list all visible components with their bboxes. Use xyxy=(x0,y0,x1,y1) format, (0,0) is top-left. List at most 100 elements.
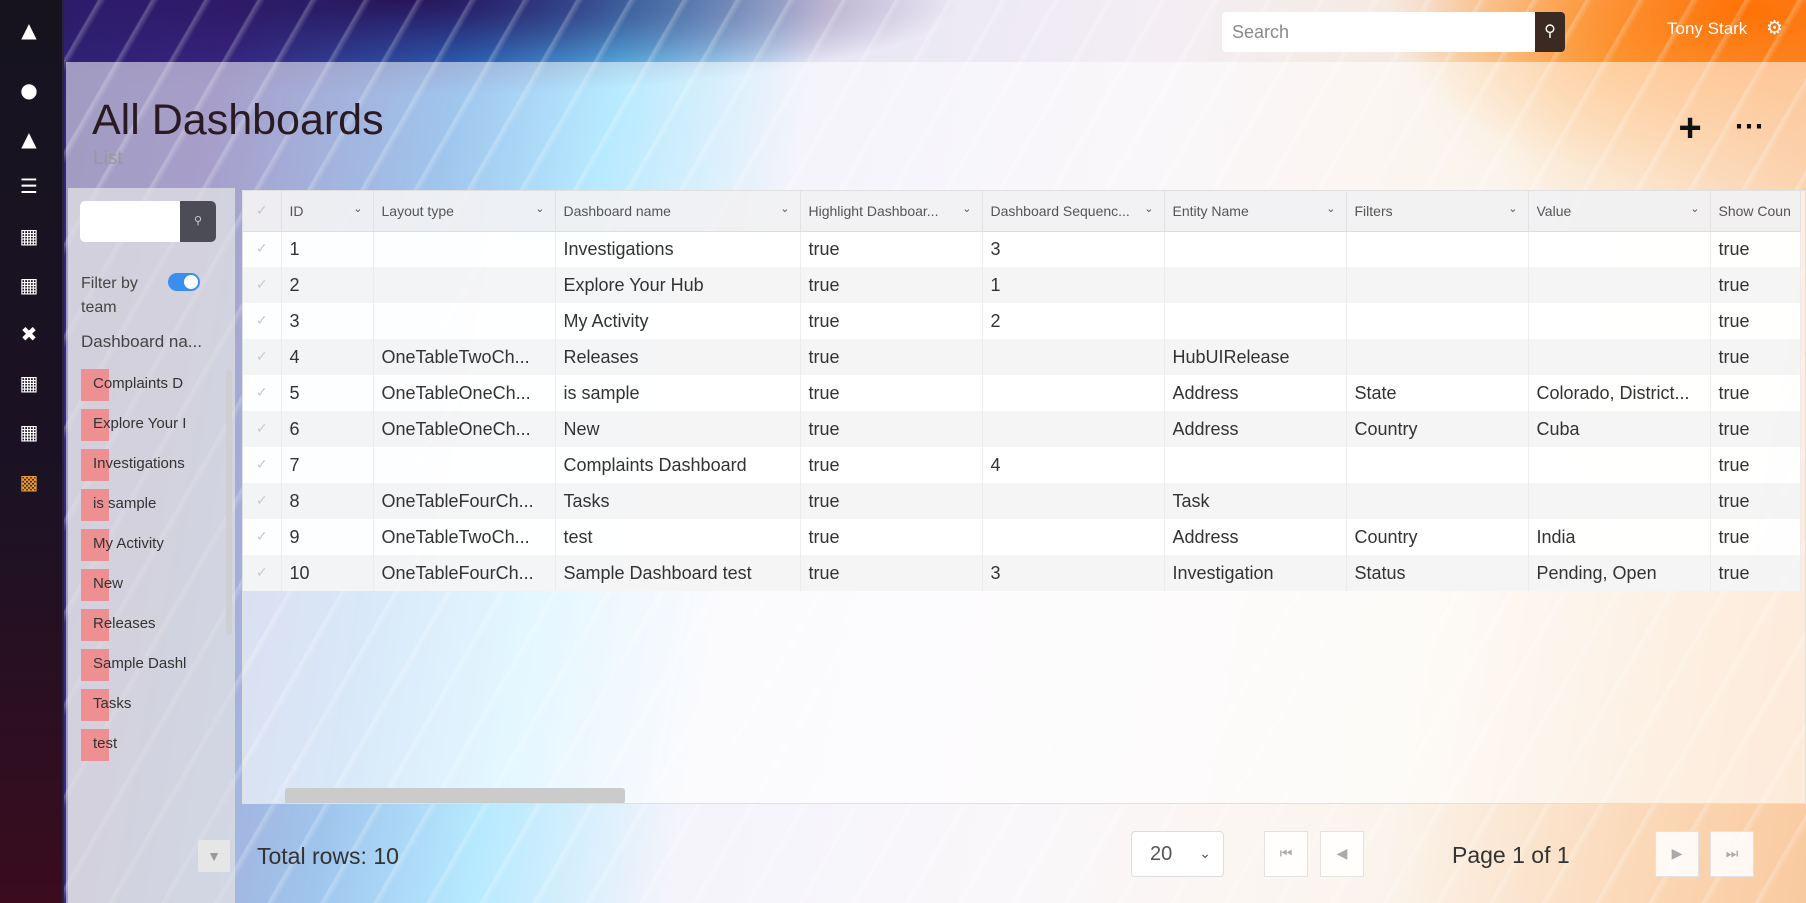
close-icon[interactable]: ✖ xyxy=(16,321,42,347)
grid-horizontal-scrollbar[interactable] xyxy=(285,788,625,803)
search-icon[interactable]: ⚲ xyxy=(1535,12,1565,52)
chevron-down-icon[interactable]: ⌄ xyxy=(780,202,789,215)
chevron-down-icon[interactable]: ⌄ xyxy=(1326,202,1335,215)
chevron-down-icon[interactable]: ⌄ xyxy=(962,202,971,215)
table-cell: Explore Your Hub xyxy=(555,267,801,303)
filter-by-team-toggle[interactable] xyxy=(168,273,200,291)
prev-page-button[interactable]: ◀ xyxy=(1320,831,1364,877)
list-icon[interactable]: ☰ xyxy=(16,173,42,199)
row-checkbox[interactable]: ✓ xyxy=(243,339,282,375)
table-icon-3[interactable]: ▦ xyxy=(16,419,42,445)
table-cell xyxy=(1346,483,1529,519)
filter-list-item[interactable]: Releases xyxy=(81,607,203,647)
chevron-down-icon[interactable]: ⌄ xyxy=(1508,202,1517,215)
column-header[interactable]: Value ⌄ xyxy=(1528,191,1711,232)
table-cell: true xyxy=(1710,303,1801,339)
table-row[interactable]: ✓ 1 Investigations true 3 true xyxy=(243,231,1801,267)
table-row[interactable]: ✓ 2 Explore Your Hub true 1 true xyxy=(243,267,1801,303)
column-header[interactable]: Filters ⌄ xyxy=(1346,191,1529,232)
filter-list-item[interactable]: Sample Dashl xyxy=(81,647,203,687)
filter-list-item[interactable]: Investigations xyxy=(81,447,203,487)
page-size-value: 20 xyxy=(1150,843,1173,865)
row-checkbox[interactable]: ✓ xyxy=(243,303,282,339)
column-header[interactable]: Show Coun xyxy=(1710,191,1801,232)
row-checkbox[interactable]: ✓ xyxy=(243,519,282,555)
table-cell: Task xyxy=(1164,483,1347,519)
filter-item-label: is sample xyxy=(93,495,157,512)
row-checkbox[interactable]: ✓ xyxy=(243,267,282,303)
table-row[interactable]: ✓ 10 OneTableFourCh... Sample Dashboard tes… xyxy=(243,555,1801,591)
row-checkbox[interactable]: ✓ xyxy=(243,411,282,447)
filter-list-scrollbar[interactable] xyxy=(226,370,232,635)
table-cell xyxy=(1528,231,1711,267)
table-row[interactable]: ✓ 3 My Activity true 2 true xyxy=(243,303,1801,339)
column-header[interactable]: Dashboard name ⌄ xyxy=(555,191,801,232)
table-cell: Tasks xyxy=(555,483,801,519)
search-input[interactable] xyxy=(1222,12,1535,52)
last-page-button[interactable]: ⏭ xyxy=(1710,831,1754,877)
table-cell: true xyxy=(800,447,983,483)
filter-item-label: Investigations xyxy=(93,455,185,472)
filter-list-item[interactable]: Complaints D xyxy=(81,367,203,407)
table-row[interactable]: ✓ 4 OneTableTwoCh... Releases true HubUIRelea… xyxy=(243,339,1801,375)
table-cell xyxy=(982,411,1165,447)
user-name[interactable]: Tony Stark xyxy=(1667,19,1747,39)
row-checkbox[interactable]: ✓ xyxy=(243,375,282,411)
table-cell: true xyxy=(1710,519,1801,555)
row-checkbox[interactable]: ✓ xyxy=(243,555,282,591)
table-cell: true xyxy=(1710,267,1801,303)
search-icon-small[interactable]: ⚲ xyxy=(180,201,216,242)
chevron-down-icon[interactable]: ⌄ xyxy=(1144,202,1153,215)
filter-list-item[interactable]: Tasks xyxy=(81,687,203,727)
column-header[interactable]: ID ⌄ xyxy=(281,191,374,232)
filter-list-item[interactable]: New xyxy=(81,567,203,607)
first-page-button[interactable]: ⏮ xyxy=(1264,831,1308,877)
funnel-icon[interactable]: ▼ xyxy=(198,840,230,872)
filter-list-item[interactable]: My Activity xyxy=(81,527,203,567)
column-header-label: Dashboard name xyxy=(563,203,671,220)
table-icon-2[interactable]: ▦ xyxy=(16,370,42,396)
table-cell: Investigation xyxy=(1164,555,1347,591)
table-icon[interactable]: ▦ xyxy=(16,223,42,249)
column-header[interactable]: Entity Name ⌄ xyxy=(1164,191,1347,232)
table-row[interactable]: ✓ 7 Complaints Dashboard true 4 true xyxy=(243,447,1801,483)
chevron-down-icon[interactable]: ⌄ xyxy=(353,202,362,215)
chevron-down-icon[interactable]: ⌄ xyxy=(535,202,544,215)
filter-list-item[interactable]: test xyxy=(81,727,203,767)
filter-list-item[interactable]: Explore Your I xyxy=(81,407,203,447)
page-size-select[interactable]: 20 ⌄ xyxy=(1131,831,1224,877)
add-dashboard-button[interactable]: + xyxy=(1672,108,1708,148)
table-cell: 7 xyxy=(281,447,374,483)
column-header-label: Filters xyxy=(1354,203,1393,220)
column-header[interactable]: Highlight Dashboar... ⌄ xyxy=(800,191,983,232)
table-cell: true xyxy=(800,411,983,447)
filter-search-input[interactable] xyxy=(80,201,180,242)
select-all-checkbox[interactable]: ✓ xyxy=(243,191,282,232)
row-checkbox[interactable]: ✓ xyxy=(243,231,282,267)
page-title: All Dashboards xyxy=(92,96,384,144)
dashboards-table: ✓ ID ⌄ Layout type ⌄ Dashboard name ⌄ Highlight… xyxy=(243,191,1801,591)
table-row[interactable]: ✓ 6 OneTableOneCh... New true Address Country C… xyxy=(243,411,1801,447)
next-page-button[interactable]: ▶ xyxy=(1655,831,1699,877)
row-checkbox[interactable]: ✓ xyxy=(243,483,282,519)
table-row[interactable]: ✓ 5 OneTableOneCh... is sample true Address St… xyxy=(243,375,1801,411)
filter-list-item[interactable]: is sample xyxy=(81,487,203,527)
hierarchy-icon[interactable]: ▲ xyxy=(16,126,42,152)
chevron-down-icon[interactable]: ⌄ xyxy=(1690,202,1699,215)
column-header[interactable]: Layout type ⌄ xyxy=(373,191,556,232)
row-checkbox[interactable]: ✓ xyxy=(243,447,282,483)
table-cell: true xyxy=(800,375,983,411)
home-icon[interactable]: ▲ xyxy=(16,17,42,43)
table-cell xyxy=(1528,339,1711,375)
table-row[interactable]: ✓ 8 OneTableFourCh... Tasks true Task true xyxy=(243,483,1801,519)
dashboard-icon[interactable]: ▩ xyxy=(16,469,42,495)
table-cell: is sample xyxy=(555,375,801,411)
table-row[interactable]: ✓ 9 OneTableTwoCh... test true Address Country… xyxy=(243,519,1801,555)
more-options-button[interactable]: ⋯ xyxy=(1734,112,1764,142)
gear-icon[interactable]: ⚙ xyxy=(1766,17,1783,39)
table-cell: 2 xyxy=(982,303,1165,339)
table-cell: 9 xyxy=(281,519,374,555)
grid-icon[interactable]: ▦ xyxy=(16,272,42,298)
user-icon[interactable]: ● xyxy=(16,77,42,103)
column-header[interactable]: Dashboard Sequenc... ⌄ xyxy=(982,191,1165,232)
